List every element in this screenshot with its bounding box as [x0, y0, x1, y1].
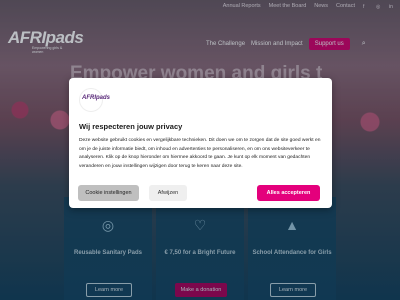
- accept-all-button[interactable]: Alles accepteren: [257, 185, 320, 201]
- dialog-title: Wij respecteren jouw privacy: [79, 122, 183, 131]
- cookie-dialog-panel: AFRIpads Wij respecteren jouw privacy De…: [69, 78, 332, 208]
- cookie-consent-dialog: AFRIpads Wij respecteren jouw privacy De…: [69, 78, 332, 208]
- dialog-logo-text: AFRIpads: [82, 95, 111, 101]
- dialog-body: Deze website gebruikt cookies en vergeli…: [79, 138, 321, 169]
- dialog-logo: AFRIpads: [79, 88, 110, 112]
- cookie-settings-button[interactable]: Cookie instellingen: [78, 185, 139, 201]
- reject-button[interactable]: Afwijzen: [149, 185, 187, 201]
